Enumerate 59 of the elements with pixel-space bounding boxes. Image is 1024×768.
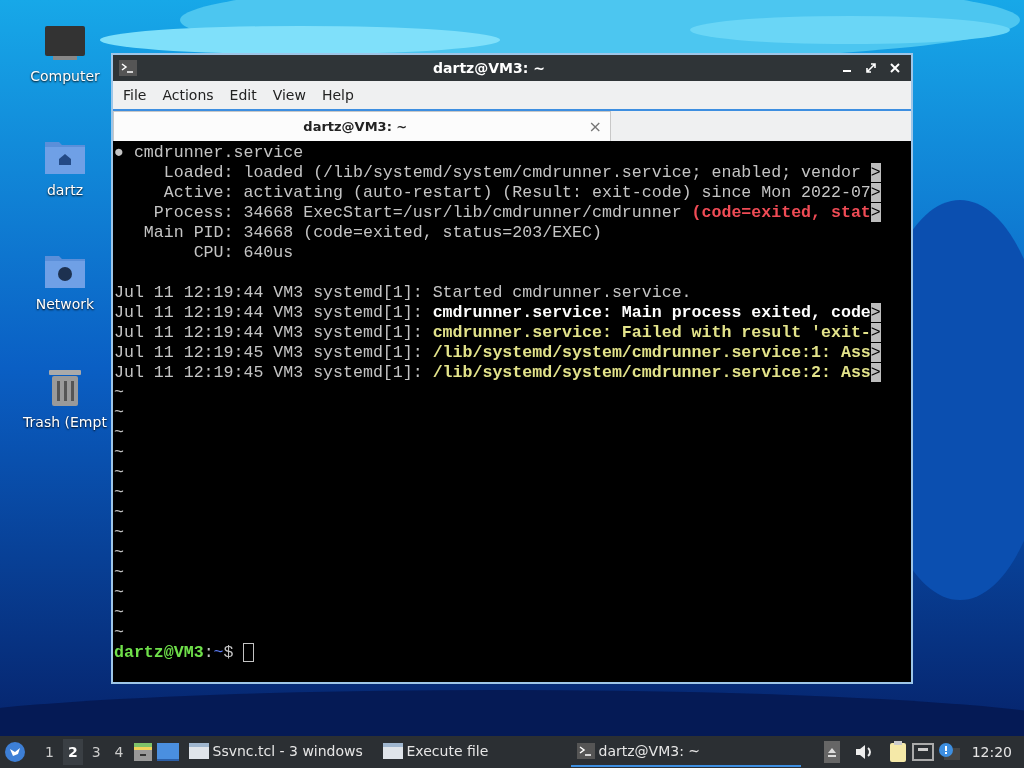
- desktop-icon[interactable]: [156, 743, 179, 761]
- terminal-line: ~: [114, 403, 125, 423]
- desktop-icon-label[interactable]: dartz: [46, 182, 84, 198]
- terminal-line: ~: [114, 623, 125, 643]
- terminal-line: Jul 11 12:19:45 VM3 systemd[1]: /lib/systemd/system/cmdrunner.service:1: Ass>: [114, 343, 882, 363]
- workspace-button[interactable]: 3: [86, 739, 106, 765]
- taskbar-button[interactable]: Ssvnc.tcl - 3 windows: [182, 737, 373, 767]
- start-menu-icon[interactable]: [4, 741, 26, 763]
- terminal-line: ~: [114, 383, 125, 403]
- desktop-icon-label[interactable]: Trash (Empt: [23, 414, 107, 430]
- terminal-icon: [576, 743, 595, 759]
- terminal-line: ~: [114, 583, 125, 603]
- menu-item[interactable]: File: [117, 85, 153, 105]
- terminal-line: CPU: 640us: [192, 243, 295, 263]
- network-icon[interactable]: [911, 743, 934, 761]
- terminal-line: Jul 11 12:19:45 VM3 systemd[1]: /lib/systemd/system/cmdrunner.service:2: Ass>: [114, 363, 882, 383]
- shell-prompt: dartz@VM3:~$: [114, 643, 910, 663]
- menu-item[interactable]: Edit: [223, 85, 263, 105]
- menu-item[interactable]: Help: [315, 85, 360, 105]
- terminal-line: Loaded: loaded (/lib/systemd/system/cmdrunner.service; enabled; vendor >: [162, 163, 882, 183]
- taskbar-button[interactable]: dartz@VM3: ~: [570, 737, 801, 767]
- terminal-icon: [119, 60, 137, 76]
- terminal-line: Jul 11 12:19:44 VM3 systemd[1]: cmdrunner.service: Failed with result 'exit->: [114, 323, 882, 343]
- window-icon: [188, 743, 209, 759]
- workspace-button[interactable]: 2: [62, 739, 83, 765]
- terminal-line: ~: [114, 503, 125, 523]
- terminal-line: ~: [114, 463, 125, 483]
- file-cabinet-icon[interactable]: [132, 742, 153, 762]
- workspace-button[interactable]: 4: [109, 739, 129, 765]
- close-icon[interactable]: [889, 62, 901, 74]
- terminal-line: ~: [114, 423, 125, 443]
- clipboard-icon[interactable]: [887, 741, 908, 763]
- clock[interactable]: 12:20: [963, 744, 1020, 760]
- restore-icon[interactable]: [865, 62, 877, 74]
- window-icon: [382, 743, 403, 759]
- terminal-line: Jul 11 12:19:44 VM3 systemd[1]: Started cmdrunner.service.: [114, 283, 693, 303]
- volume-icon[interactable]: [853, 743, 874, 761]
- tab-close-button[interactable]: ×: [588, 117, 602, 136]
- window-title: dartz@VM3: ~: [432, 60, 546, 76]
- terminal-line: ~: [114, 543, 125, 563]
- notification-icon[interactable]: [937, 742, 960, 762]
- desktop-icon-label[interactable]: Network: [35, 296, 95, 312]
- terminal-line: ~: [114, 523, 125, 543]
- terminal-line: ~: [114, 563, 125, 583]
- menu-item[interactable]: Actions: [156, 85, 220, 105]
- terminal-tab[interactable]: dartz@VM3: ~ ×: [113, 111, 611, 141]
- terminal-line: ~: [114, 603, 125, 623]
- terminal-line: ~: [114, 483, 125, 503]
- terminal-line: Process: 34668 ExecStart=/usr/lib/cmdrunner/cmdrunner (code=exited, stat>: [152, 203, 882, 223]
- terminal-line: Jul 11 12:19:44 VM3 systemd[1]: cmdrunner.service: Main process exited, code>: [114, 303, 882, 323]
- workspace-button[interactable]: 1: [40, 739, 59, 765]
- terminal-line: Main PID: 34668 (code=exited, status=203/EXEC): [142, 223, 603, 243]
- taskbar-button[interactable]: Execute file: [376, 737, 567, 767]
- terminal-line: ~: [114, 443, 125, 463]
- terminal-line: Active: activating (auto-restart) (Result: exit-code) since Mon 2022-07>: [162, 183, 882, 203]
- terminal-line: ● cmdrunner.service: [114, 143, 305, 163]
- menu-item[interactable]: View: [266, 85, 312, 105]
- eject-icon[interactable]: [823, 741, 840, 763]
- monitor-icon: [43, 24, 87, 62]
